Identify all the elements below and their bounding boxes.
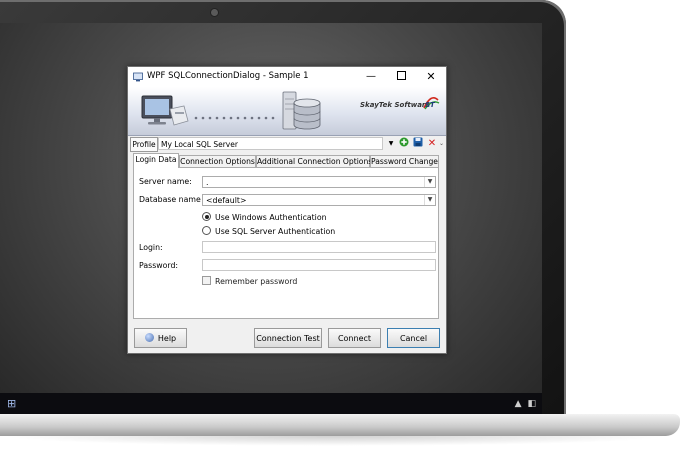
connect-button[interactable]: Connect: [328, 328, 381, 348]
profile-menu-chevron-icon[interactable]: ⌄: [437, 137, 446, 150]
taskbar: ⊞ ▲ ◧: [0, 393, 542, 415]
start-button-icon[interactable]: ⊞: [7, 397, 21, 411]
add-icon: [399, 137, 409, 147]
brand-logo-text: ST: [425, 101, 436, 109]
header-banner: SkayTek Software ST: [128, 87, 446, 136]
server-name-value: .: [206, 178, 209, 187]
tab-strip: Login Data Connection Options Additional…: [133, 153, 441, 168]
laptop-base: [0, 414, 680, 436]
computer-icon: [141, 95, 189, 126]
sql-connection-dialog: WPF SQLConnectionDialog - Sample 1 — ✕ S…: [127, 66, 447, 354]
chevron-down-icon[interactable]: ▼: [424, 195, 435, 205]
close-button[interactable]: ✕: [416, 67, 446, 87]
connection-illustration: [141, 91, 321, 130]
help-icon: [144, 333, 154, 342]
remember-password-checkbox[interactable]: [202, 276, 211, 285]
password-label: Password:: [139, 261, 179, 270]
profile-bar: Profile My Local SQL Server ▼ ✕ ⌄: [128, 136, 446, 152]
server-name-label: Server name:: [139, 177, 192, 186]
server-name-combo[interactable]: . ▼: [202, 176, 436, 188]
webcam: [211, 9, 218, 16]
database-name-label: Database name: [139, 195, 201, 204]
brand-logo-icon: ST: [423, 97, 440, 110]
help-button-label: Help: [157, 334, 177, 343]
minimize-button[interactable]: —: [356, 67, 386, 87]
title-bar[interactable]: WPF SQLConnectionDialog - Sample 1 — ✕: [128, 67, 446, 87]
remember-password-option[interactable]: Remember password: [202, 276, 297, 286]
password-input[interactable]: [202, 259, 436, 271]
login-data-panel: Server name: . ▼ Database name <default>…: [133, 167, 439, 319]
tab-connection-options[interactable]: Connection Options: [179, 155, 256, 167]
brand-name: SkayTek Software: [360, 101, 431, 109]
database-name-combo[interactable]: <default> ▼: [202, 194, 436, 206]
add-profile-button[interactable]: [398, 137, 410, 150]
windows-auth-radio[interactable]: [202, 212, 211, 221]
windows-auth-option[interactable]: Use Windows Authentication: [202, 212, 327, 222]
window-title: WPF SQLConnectionDialog - Sample 1: [147, 71, 309, 81]
tab-password-change[interactable]: Password Change: [370, 155, 439, 167]
sql-auth-label: Use SQL Server Authentication: [215, 227, 336, 236]
connection-test-button[interactable]: Connection Test: [254, 328, 322, 348]
login-input[interactable]: [202, 241, 436, 253]
windows-auth-label: Use Windows Authentication: [215, 213, 327, 222]
system-tray: ▲ ◧: [509, 397, 536, 411]
sql-auth-radio[interactable]: [202, 226, 211, 235]
cancel-button[interactable]: Cancel: [387, 328, 440, 348]
database-icon: [293, 98, 321, 130]
tab-additional-connection-options[interactable]: Additional Connection Options: [256, 155, 372, 167]
tab-login-data[interactable]: Login Data: [133, 153, 179, 168]
save-profile-button[interactable]: [412, 137, 424, 150]
chevron-down-icon[interactable]: ▼: [424, 177, 435, 187]
profile-dropdown-icon[interactable]: ▼: [385, 137, 397, 150]
tray-speaker-icon[interactable]: ◧: [527, 399, 536, 409]
laptop-base-shadow: [0, 436, 670, 446]
app-icon: [133, 72, 143, 82]
tray-chevron-icon[interactable]: ▲: [515, 399, 522, 409]
maximize-icon: [396, 70, 406, 80]
profile-select[interactable]: My Local SQL Server: [158, 137, 383, 150]
maximize-button[interactable]: [386, 67, 416, 87]
help-button[interactable]: Help: [134, 328, 187, 348]
save-icon: [413, 137, 423, 147]
delete-icon: ✕: [427, 138, 437, 149]
login-label: Login:: [139, 243, 163, 252]
database-name-value: <default>: [206, 196, 247, 205]
sql-auth-option[interactable]: Use SQL Server Authentication: [202, 226, 335, 236]
profile-label: Profile: [130, 137, 158, 152]
remember-password-label: Remember password: [215, 277, 298, 286]
connection-dots: [194, 116, 275, 120]
